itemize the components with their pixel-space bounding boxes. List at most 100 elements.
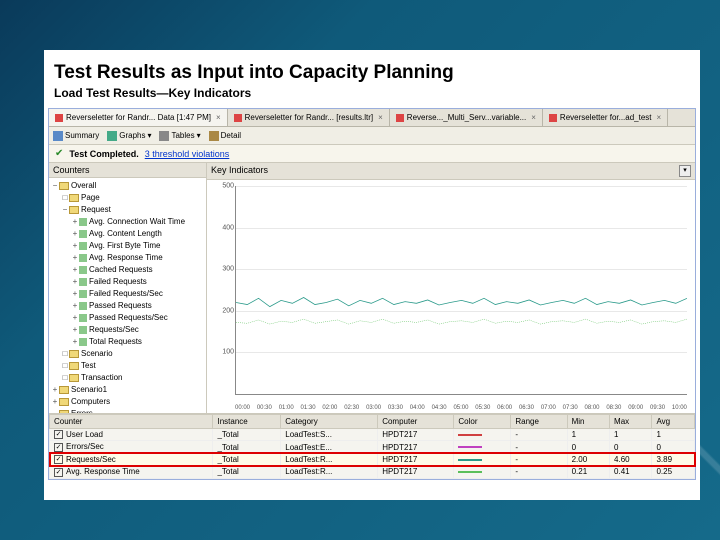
column-header[interactable]: Category [281,415,378,429]
cell-counter: ✓Errors/Sec [50,441,213,453]
table-row[interactable]: ✓Avg. Response Time_TotalLoadTest:R...HP… [50,466,695,478]
folder-icon [59,410,69,413]
checkbox[interactable]: ✓ [54,443,63,452]
violations-link[interactable]: 3 threshold violations [145,149,230,159]
checkbox[interactable]: ✓ [54,455,63,464]
toggle-icon[interactable]: − [51,408,59,413]
toggle-icon[interactable]: □ [61,348,69,360]
summary-icon [53,131,63,141]
table-row[interactable]: ✓Requests/Sec_TotalLoadTest:R...HPDT217-… [50,453,695,465]
folder-icon [59,182,69,190]
tree-item[interactable]: +Computers [51,396,204,408]
counter-icon [79,314,87,322]
column-header[interactable]: Instance [213,415,281,429]
tree-item[interactable]: +Failed Requests [51,276,204,288]
detail-button[interactable]: Detail [209,131,241,141]
toggle-icon[interactable]: − [51,180,59,192]
summary-button[interactable]: Summary [53,131,99,141]
table-row[interactable]: ✓User Load_TotalLoadTest:S...HPDT217-111 [50,429,695,441]
document-tab[interactable]: Reverseletter for Randr... Data [1:47 PM… [49,109,228,126]
tree-item[interactable]: +Passed Requests [51,300,204,312]
toggle-icon[interactable]: + [71,228,79,240]
tree-item[interactable]: −Errors [51,408,204,413]
tree-item[interactable]: □Scenario [51,348,204,360]
graphs-button[interactable]: Graphs▾ [107,131,151,141]
column-header[interactable]: Counter [50,415,213,429]
toggle-icon[interactable]: + [71,276,79,288]
tree-label: Scenario1 [71,385,107,394]
document-tab[interactable]: Reverseletter for Randr... [results.ltr]… [228,109,390,126]
cell-min: 1 [567,429,609,441]
x-tick-label: 00:30 [257,405,272,411]
chart-dropdown-button[interactable]: ▾ [679,165,691,177]
document-tab[interactable]: Reverse..._Multi_Serv...variable...× [390,109,543,126]
table-row[interactable]: ✓Errors/Sec_TotalLoadTest:E...HPDT217-00… [50,441,695,453]
tree-item[interactable]: +Avg. Connection Wait Time [51,216,204,228]
cell-color [454,441,511,453]
x-tick-label: 04:00 [410,405,425,411]
tree-item[interactable]: +Cached Requests [51,264,204,276]
close-icon[interactable]: × [378,113,383,122]
checkbox[interactable]: ✓ [54,430,63,439]
toggle-icon[interactable]: + [71,252,79,264]
tree-item[interactable]: +Failed Requests/Sec [51,288,204,300]
folder-icon [69,362,79,370]
x-tick-label: 05:00 [453,405,468,411]
toggle-icon[interactable]: □ [61,192,69,204]
document-tab[interactable]: Reverseletter for...ad_test× [543,109,668,126]
page-subtitle: Load Test Results—Key Indicators [44,86,700,108]
cell-computer: HPDT217 [378,429,454,441]
checkbox[interactable]: ✓ [54,468,63,477]
close-icon[interactable]: × [657,113,662,122]
tree-item[interactable]: □Test [51,360,204,372]
toggle-icon[interactable]: + [71,264,79,276]
column-header[interactable]: Range [511,415,567,429]
close-icon[interactable]: × [216,113,221,122]
folder-icon [69,194,79,202]
close-icon[interactable]: × [531,113,536,122]
toggle-icon[interactable]: □ [61,372,69,384]
x-tick-label: 09:00 [628,405,643,411]
column-header[interactable]: Color [454,415,511,429]
toggle-icon[interactable]: + [71,324,79,336]
slide-container: Test Results as Input into Capacity Plan… [44,50,700,500]
cell-color [454,453,511,465]
column-header[interactable]: Computer [378,415,454,429]
x-tick-label: 07:30 [563,405,578,411]
tree-item[interactable]: +Requests/Sec [51,324,204,336]
tree-item[interactable]: + Scenario1 [51,384,204,396]
toggle-icon[interactable]: + [71,336,79,348]
toggle-icon[interactable]: + [71,300,79,312]
tree-label: Total Requests [89,337,142,346]
tree-item[interactable]: + Total Requests [51,336,204,348]
toggle-icon[interactable]: + [71,312,79,324]
toggle-icon[interactable]: + [71,216,79,228]
counters-tree[interactable]: −Overall□Page−Request+Avg. Connection Wa… [49,178,206,413]
column-header[interactable]: Min [567,415,609,429]
counters-table[interactable]: CounterInstanceCategoryComputerColorRang… [49,414,695,479]
tree-item[interactable]: + Passed Requests/Sec [51,312,204,324]
tree-item[interactable]: −Request [51,204,204,216]
toggle-icon[interactable]: + [71,288,79,300]
tree-item[interactable]: +Avg. Content Length [51,228,204,240]
tree-item[interactable]: □Page [51,192,204,204]
tables-button[interactable]: Tables▾ [159,131,200,141]
column-header[interactable]: Max [610,415,652,429]
cell-color [454,429,511,441]
tree-item[interactable]: +Avg. First Byte Time [51,240,204,252]
toggle-icon[interactable]: + [51,396,59,408]
toggle-icon[interactable]: + [51,384,59,396]
tree-item[interactable]: +Avg. Response Time [51,252,204,264]
counter-icon [79,278,87,286]
toggle-icon[interactable]: □ [61,360,69,372]
toggle-icon[interactable]: − [61,204,69,216]
tree-item[interactable]: □Transaction [51,372,204,384]
status-text: Test Completed. [69,149,138,159]
tree-item[interactable]: −Overall [51,180,204,192]
toggle-icon[interactable]: + [71,240,79,252]
cell-avg: 3.89 [652,453,695,465]
tree-label: Passed Requests/Sec [89,313,168,322]
counter-icon [79,230,87,238]
chart-plot[interactable]: 100200300400500 00:0000:3001:0001:3002:0… [207,180,695,413]
column-header[interactable]: Avg [652,415,695,429]
